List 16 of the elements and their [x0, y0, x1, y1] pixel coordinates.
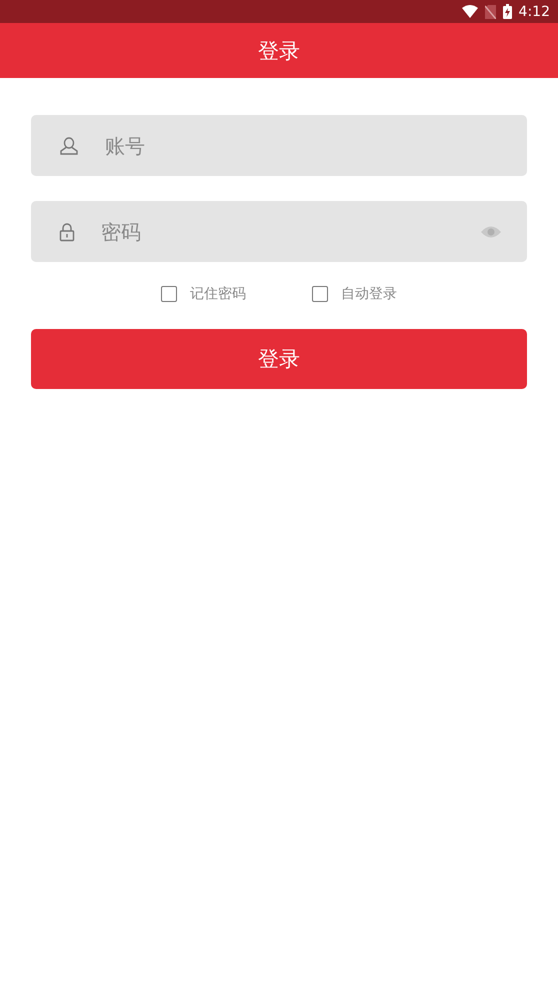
checkbox[interactable] — [161, 286, 177, 302]
text-input[interactable]: 账号 — [103, 132, 502, 158]
input-field[interactable]: 账号 — [31, 115, 527, 176]
checkbox-label[interactable]: 记住密码 — [190, 285, 246, 303]
header-title: 登录 — [258, 38, 300, 64]
lock-icon — [59, 222, 75, 242]
clock: 4:12 — [518, 4, 550, 20]
no-sim-icon — [484, 4, 496, 18]
login-button[interactable]: 登录 — [31, 329, 527, 389]
text-input[interactable]: 密码 — [99, 218, 480, 244]
checkbox-label[interactable]: 自动登录 — [341, 285, 397, 303]
wifi-icon — [462, 5, 478, 18]
battery-icon — [502, 4, 512, 19]
checkbox[interactable] — [312, 286, 328, 302]
input-field[interactable]: 密码 — [31, 201, 527, 262]
user-icon — [59, 136, 79, 156]
